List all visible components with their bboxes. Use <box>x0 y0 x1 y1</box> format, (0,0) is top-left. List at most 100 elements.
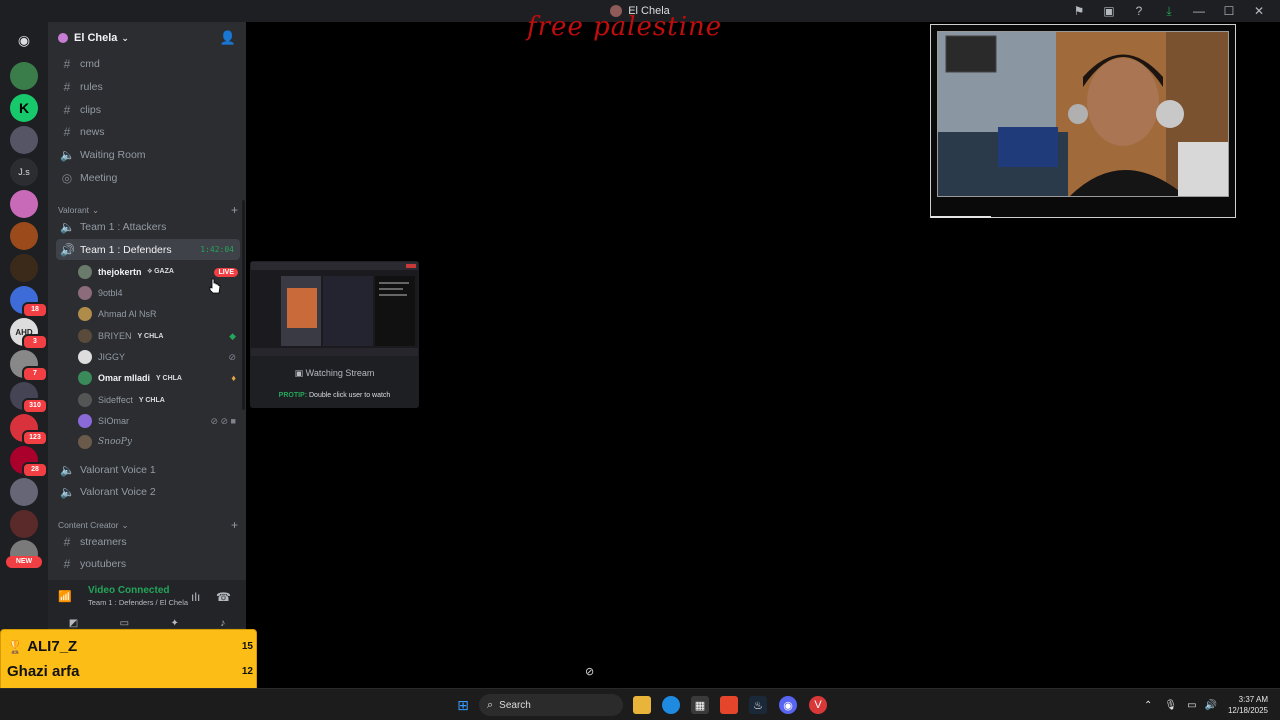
hash-icon: # <box>63 124 71 139</box>
hash-icon: # <box>63 102 71 117</box>
stream-preview-card[interactable]: ▣ Watching Stream PROTIP: Double click u… <box>250 261 419 408</box>
rail-new-badge: NEW <box>6 556 42 568</box>
webcam-progress <box>931 216 991 218</box>
edge-icon[interactable] <box>662 696 680 714</box>
voice-user[interactable]: JIGGY ⊘ <box>78 347 238 367</box>
channel-rules[interactable]: # rules <box>56 76 240 97</box>
server-icon-5[interactable] <box>10 190 38 218</box>
live-badge: LIVE <box>214 267 238 277</box>
discord-home-icon[interactable]: ◉ <box>10 26 38 54</box>
stream-thumbnail[interactable] <box>251 262 418 356</box>
server-icon-14[interactable] <box>10 478 38 506</box>
channel-label: clips <box>80 103 102 116</box>
user-name: SnooPy <box>98 437 132 447</box>
hash-icon: # <box>63 56 71 71</box>
voice-actions-row: ◩ ▭ ✦ ♪ <box>48 618 246 629</box>
server-icon-6[interactable] <box>10 222 38 250</box>
help-icon[interactable]: ? <box>1124 0 1154 22</box>
store-icon[interactable]: ▦ <box>691 696 709 714</box>
invite-people-icon[interactable]: 👤 <box>220 30 236 46</box>
channel-valorant-voice-1[interactable]: 🔈 Valorant Voice 1 <box>56 459 240 480</box>
voice-user[interactable]: BRIYEN Y CHLA ◆ <box>78 326 238 346</box>
channel-clips[interactable]: # clips <box>56 99 240 120</box>
taskbar-search[interactable]: ⌕ Search <box>479 694 623 716</box>
avatar <box>78 329 92 343</box>
speaker-active-icon: 🔊 <box>60 242 75 257</box>
voice-user[interactable]: SIOmar ⊘ ⊘ ■ <box>78 411 238 431</box>
voice-user[interactable]: Sideffect Y CHLA <box>78 390 238 410</box>
channel-label: Team 1 : Defenders <box>80 243 172 256</box>
server-icon-k[interactable]: K <box>10 94 38 122</box>
channel-youtubers[interactable]: # youtubers <box>56 553 240 574</box>
avatar <box>78 265 92 279</box>
voice-user[interactable]: Ahmad Al NsR <box>78 304 238 324</box>
maximize-button[interactable]: ☐ <box>1214 0 1244 22</box>
server-icon-15[interactable] <box>10 510 38 538</box>
soundboard-icon[interactable]: ♪ <box>220 618 225 629</box>
steam-icon[interactable]: ♨ <box>749 696 767 714</box>
tag-label: CHLA <box>145 396 165 404</box>
download-icon[interactable]: ⤓ <box>1154 0 1184 22</box>
voice-user[interactable]: SnooPy <box>78 432 238 452</box>
signal-icon[interactable]: 📶 <box>58 590 72 603</box>
noise-suppression-icon[interactable]: ılı <box>191 590 200 604</box>
tag-label: CHLA <box>162 374 182 382</box>
avatar <box>78 371 92 385</box>
channel-cmd[interactable]: # cmd <box>56 53 240 74</box>
channel-valorant-voice-2[interactable]: 🔈 Valorant Voice 2 <box>56 481 240 502</box>
discord-icon[interactable]: ◉ <box>779 696 797 714</box>
disconnect-icon[interactable]: ☎ <box>216 590 231 604</box>
flag-icon[interactable]: ⚑ <box>1064 0 1094 22</box>
stage-icon: ◎ <box>61 170 73 185</box>
channel-team1-attackers[interactable]: 🔈 Team 1 : Attackers <box>56 216 240 237</box>
sidebar-scrollbar[interactable] <box>242 200 245 410</box>
close-button[interactable]: ✕ <box>1244 0 1274 22</box>
activities-icon[interactable]: ✦ <box>170 618 178 629</box>
server-icon-7[interactable] <box>10 254 38 282</box>
system-clock[interactable]: 3:37 AM 12/18/2025 <box>1228 694 1268 716</box>
server-badge-icon <box>58 33 68 43</box>
server-header[interactable]: El Chela ⌄ 👤 <box>48 22 246 54</box>
clock-date: 12/18/2025 <box>1227 706 1268 715</box>
camera-off-icon[interactable]: ◩ <box>69 618 78 629</box>
system-tray: ⌃ 🎙 ▭ 🔊 <box>1144 689 1217 720</box>
channel-meeting[interactable]: ◎ Meeting <box>56 167 240 188</box>
server-icon-js[interactable]: J.s <box>10 158 38 186</box>
add-channel-icon[interactable]: + <box>231 203 238 217</box>
windows-start-icon[interactable]: ⊞ <box>454 696 472 714</box>
speaker-icon: 🔈 <box>60 462 75 477</box>
valorant-icon[interactable]: V <box>809 696 827 714</box>
hash-icon: # <box>63 556 71 571</box>
server-icon-1[interactable] <box>10 62 38 90</box>
leader-score: 12 <box>241 666 253 677</box>
channel-label: Waiting Room <box>80 148 146 161</box>
minimize-button[interactable]: — <box>1184 0 1214 22</box>
channel-team1-defenders[interactable]: 🔊 Team 1 : Defenders 1:42:04 <box>56 239 240 260</box>
channel-waiting-room[interactable]: 🔈 Waiting Room <box>56 144 240 165</box>
channel-label: cmd <box>80 57 100 70</box>
category-valorant[interactable]: Valorant ⌄ + <box>58 203 238 217</box>
tag-label: CHLA <box>144 332 164 340</box>
voice-location[interactable]: Team 1 : Defenders / El Chela <box>88 598 188 607</box>
inbox-icon[interactable]: ▣ <box>1094 0 1124 22</box>
category-content-creator[interactable]: Content Creator ⌄ + <box>58 518 238 532</box>
network-icon[interactable]: ▭ <box>1187 700 1196 711</box>
watching-text: Watching Stream <box>305 368 375 378</box>
volume-icon[interactable]: 🔊 <box>1205 700 1217 711</box>
channel-news[interactable]: # news <box>56 121 240 142</box>
microphone-icon[interactable]: 🎙 <box>1164 700 1177 711</box>
rail-badge: 3 <box>22 334 48 350</box>
server-icon-3[interactable] <box>10 126 38 154</box>
voice-user[interactable]: Omar mlladi Y CHLA ♦ <box>78 368 238 388</box>
user-name: BRIYEN <box>98 331 132 341</box>
user-tag: Y CHLA <box>138 396 165 404</box>
add-channel-icon[interactable]: + <box>231 518 238 532</box>
stream-mute-icon[interactable]: ⊘ <box>585 665 594 678</box>
channel-label: rules <box>80 80 103 93</box>
chevron-up-icon[interactable]: ⌃ <box>1144 700 1152 711</box>
file-explorer-icon[interactable] <box>633 696 651 714</box>
brave-icon[interactable] <box>720 696 738 714</box>
screen-share-icon[interactable]: ▭ <box>120 618 129 629</box>
channel-streamers[interactable]: # streamers <box>56 531 240 552</box>
avatar <box>78 350 92 364</box>
